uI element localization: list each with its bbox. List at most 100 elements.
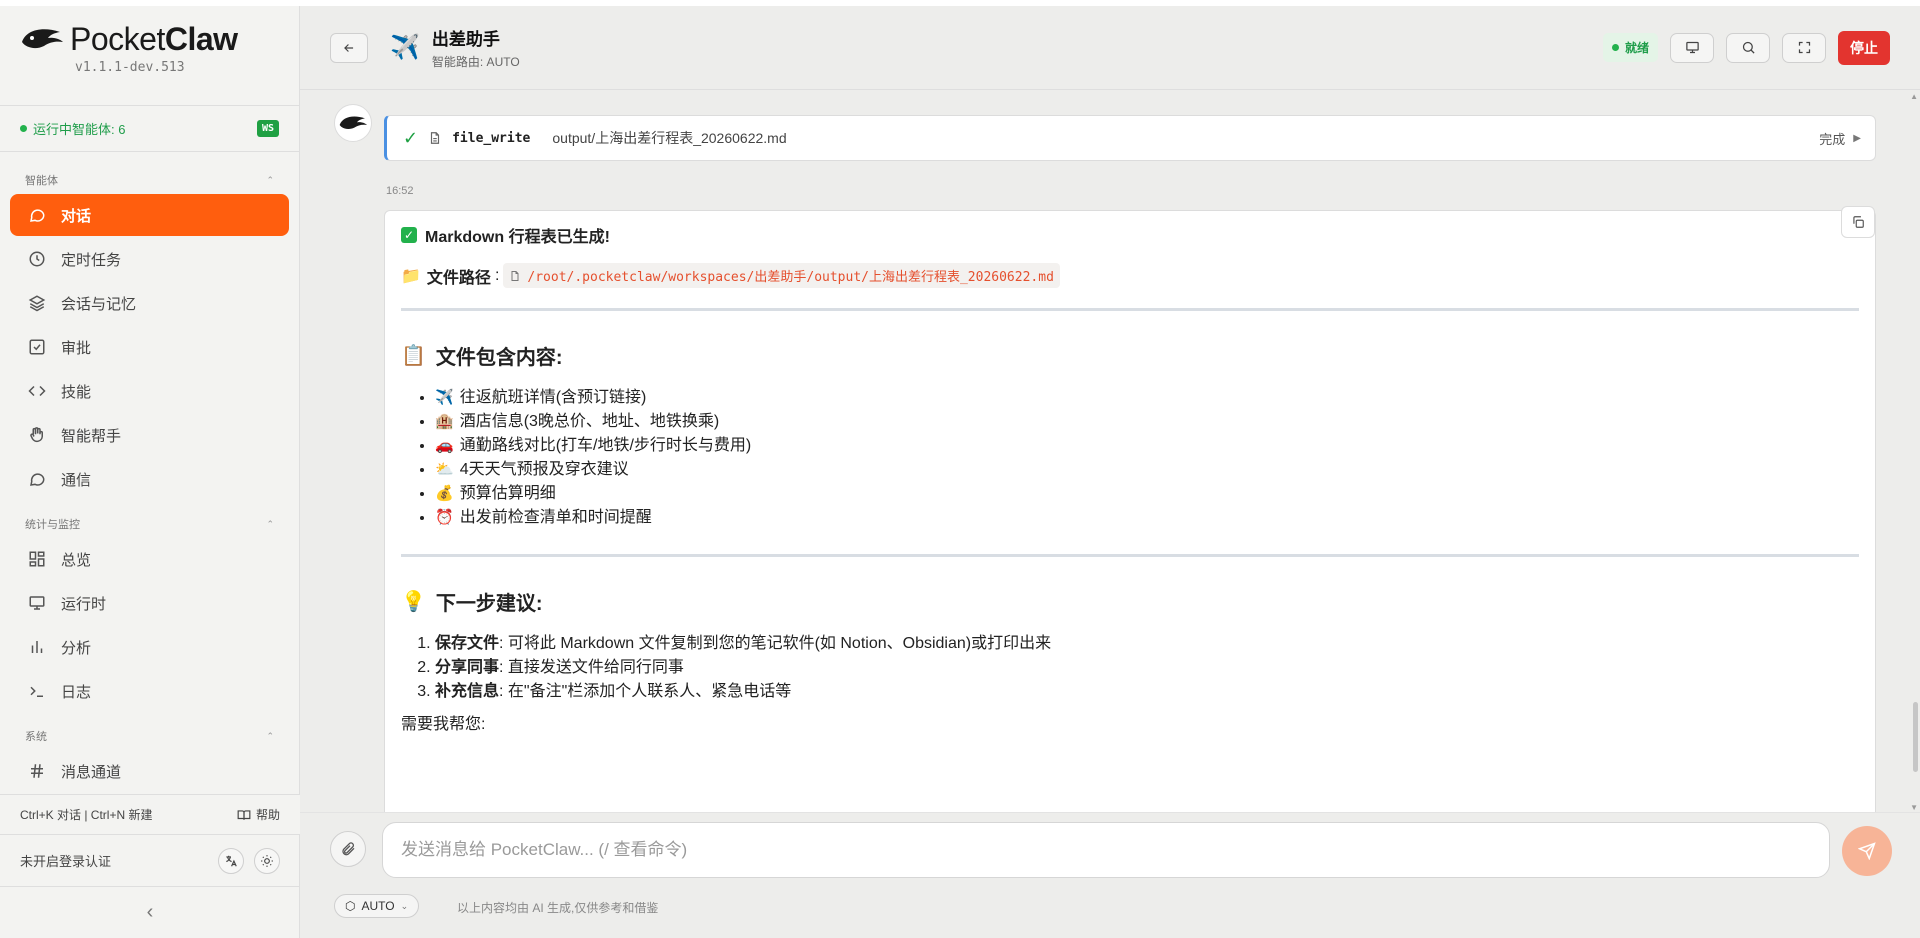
hash-icon (27, 761, 47, 781)
status-dot-icon (20, 125, 27, 132)
list-item: 💰预算估算明细 (435, 482, 1859, 506)
clipboard-icon: 📋 (401, 345, 426, 367)
sidebar-item-logs[interactable]: 日志 (10, 670, 289, 712)
main-panel: ✈️ 出差助手 智能路由: AUTO 就绪 停止 ✓ file_write ou… (300, 6, 1920, 938)
chevron-left-icon: ‹ (146, 901, 154, 923)
brand: PocketClaw v1.1.1-dev.513 (0, 6, 299, 106)
nav-section-system[interactable]: 系统 ⌃ (0, 722, 299, 750)
sidebar-item-message-channels[interactable]: 消息通道 (10, 750, 289, 792)
checkbox-icon (27, 337, 47, 357)
file-icon (431, 132, 440, 144)
tool-call-card[interactable]: ✓ file_write output/上海出差行程表_20260622.md … (384, 115, 1876, 161)
sidebar-item-runtime[interactable]: 运行时 (10, 582, 289, 624)
collapse-sidebar-button[interactable]: ‹ (0, 886, 300, 938)
attach-button[interactable] (330, 831, 366, 867)
nav-section-agents[interactable]: 智能体 ⌃ (0, 166, 299, 194)
monitor-icon (1685, 41, 1699, 54)
sidebar-item-smart-helper[interactable]: 智能帮手 (10, 414, 289, 456)
code-brackets-icon (27, 381, 47, 401)
copy-button[interactable] (1841, 206, 1875, 238)
sidebar: PocketClaw v1.1.1-dev.513 运行中智能体: 6 WS 智… (0, 6, 300, 938)
sidebar-item-sessions-memory[interactable]: 会话与记忆 (10, 282, 289, 324)
routing-mode-select[interactable]: ⬡ AUTO ⌄ (334, 894, 420, 918)
check-icon: ✓ (403, 127, 419, 148)
agents-running: 运行中智能体: 6 (20, 119, 125, 138)
composer: ⬡ AUTO ⌄ 以上内容均由 AI 生成,仅供参考和借鉴 (300, 812, 1920, 938)
sun-icon (261, 854, 273, 867)
sidebar-item-scheduled-tasks[interactable]: 定时任务 (10, 238, 289, 280)
search-button[interactable] (1726, 32, 1770, 63)
status-dot-icon (1611, 44, 1619, 51)
copy-icon (1853, 216, 1864, 228)
clock-icon (27, 249, 47, 269)
sidebar-item-approval[interactable]: 审批 (10, 326, 289, 368)
tool-path: output/上海出差行程表_20260622.md (552, 130, 787, 146)
hexagon-icon: ⬡ (345, 899, 356, 913)
desktop-view-button[interactable] (1670, 32, 1714, 63)
header-title-block: 出差助手 智能路由: AUTO (432, 25, 520, 70)
alarm-clock-icon: ⏰ (435, 509, 454, 526)
version-label: v1.1.1-dev.513 (75, 60, 185, 75)
message-input[interactable] (382, 822, 1830, 878)
chat-bubble-icon (27, 205, 47, 225)
section-collapse-icon: ⌃ (266, 518, 274, 529)
folder-icon: 📁 (401, 267, 421, 285)
section-collapse-icon: ⌃ (266, 730, 274, 741)
money-bag-icon: 💰 (435, 485, 454, 502)
status-badge: 就绪 (1602, 33, 1658, 62)
book-icon (237, 809, 251, 820)
section-collapse-icon: ⌃ (266, 174, 274, 185)
theme-toggle-button[interactable] (254, 847, 280, 874)
list-item: ✈️往返航班详情(含预订链接) (435, 386, 1859, 410)
play-triangle-icon[interactable]: ▶ (1853, 133, 1861, 144)
scrollbar[interactable]: ▲ ▼ (1910, 92, 1918, 812)
fullscreen-button[interactable] (1782, 32, 1826, 63)
airplane-icon: ✈️ (390, 34, 420, 61)
ai-disclaimer: 以上内容均由 AI 生成,仅供参考和借鉴 (457, 901, 659, 915)
checkmark-box-icon: ✓ (401, 227, 417, 243)
sidebar-item-overview[interactable]: 总览 (10, 538, 289, 580)
airplane-icon: ✈️ (435, 389, 454, 406)
section-heading-next-steps: 💡 下一步建议: (401, 591, 543, 615)
list-item: 分享同事: 直接发送文件给同行同事 (435, 656, 1859, 680)
scroll-thumb[interactable] (1913, 702, 1918, 772)
search-icon (1742, 41, 1755, 54)
contents-list: ✈️往返航班详情(含预订链接) 🏨酒店信息(3晚总价、地址、地铁换乘) 🚗通勤路… (401, 386, 1859, 530)
back-button[interactable] (330, 32, 368, 63)
chat-scroll-area[interactable]: ✓ file_write output/上海出差行程表_20260622.md … (300, 90, 1920, 812)
arrow-left-icon (344, 43, 354, 52)
shortcut-hint: Ctrl+K 对话 | Ctrl+N 新建 (20, 808, 153, 822)
nav-section-stats[interactable]: 统计与监控 ⌃ (0, 510, 299, 538)
scroll-up-arrow-icon[interactable]: ▲ (1910, 92, 1918, 101)
paperclip-icon (342, 842, 355, 856)
auth-row: 未开启登录认证 (0, 834, 300, 886)
divider (401, 308, 1859, 311)
list-item: 🏨酒店信息(3晚总价、地址、地铁换乘) (435, 410, 1859, 434)
auth-status: 未开启登录认证 (20, 854, 112, 869)
file-path-line: 📁 文件路径: /root/.pocketclaw/workspaces/出差助… (401, 263, 1859, 288)
help-link[interactable]: 帮助 (237, 806, 280, 823)
message-timestamp: 16:52 (386, 185, 414, 197)
routing-subtitle: 智能路由: AUTO (431, 55, 520, 69)
send-icon (1858, 842, 1876, 860)
list-item: ⛅4天天气预报及穿衣建议 (435, 458, 1859, 482)
message-circle-icon (27, 469, 47, 489)
language-toggle-button[interactable] (218, 847, 244, 874)
send-button[interactable] (1842, 826, 1892, 876)
stop-button[interactable]: 停止 (1838, 30, 1890, 65)
sidebar-item-analytics[interactable]: 分析 (10, 626, 289, 668)
scroll-down-arrow-icon[interactable]: ▼ (1910, 803, 1918, 812)
sidebar-item-communication[interactable]: 通信 (10, 458, 289, 500)
sidebar-item-chat[interactable]: 对话 (10, 194, 289, 236)
pocketclaw-logo-icon (22, 29, 63, 49)
list-item: 补充信息: 在"备注"栏添加个人联系人、紧急电话等 (435, 680, 1859, 704)
next-steps-list: 保存文件: 可将此 Markdown 文件复制到您的笔记软件(如 Notion、… (401, 632, 1859, 704)
sidebar-item-skills[interactable]: 技能 (10, 370, 289, 412)
hand-icon (27, 425, 47, 445)
list-item: 🚗通勤路线对比(打车/地铁/步行时长与费用) (435, 434, 1859, 458)
lightbulb-icon: 💡 (401, 591, 426, 613)
pocketclaw-logo-icon (339, 116, 367, 130)
bar-chart-icon (27, 637, 47, 657)
file-path-code[interactable]: /root/.pocketclaw/workspaces/出差助手/output… (503, 263, 1060, 288)
list-item: 保存文件: 可将此 Markdown 文件复制到您的笔记软件(如 Notion、… (435, 632, 1859, 656)
